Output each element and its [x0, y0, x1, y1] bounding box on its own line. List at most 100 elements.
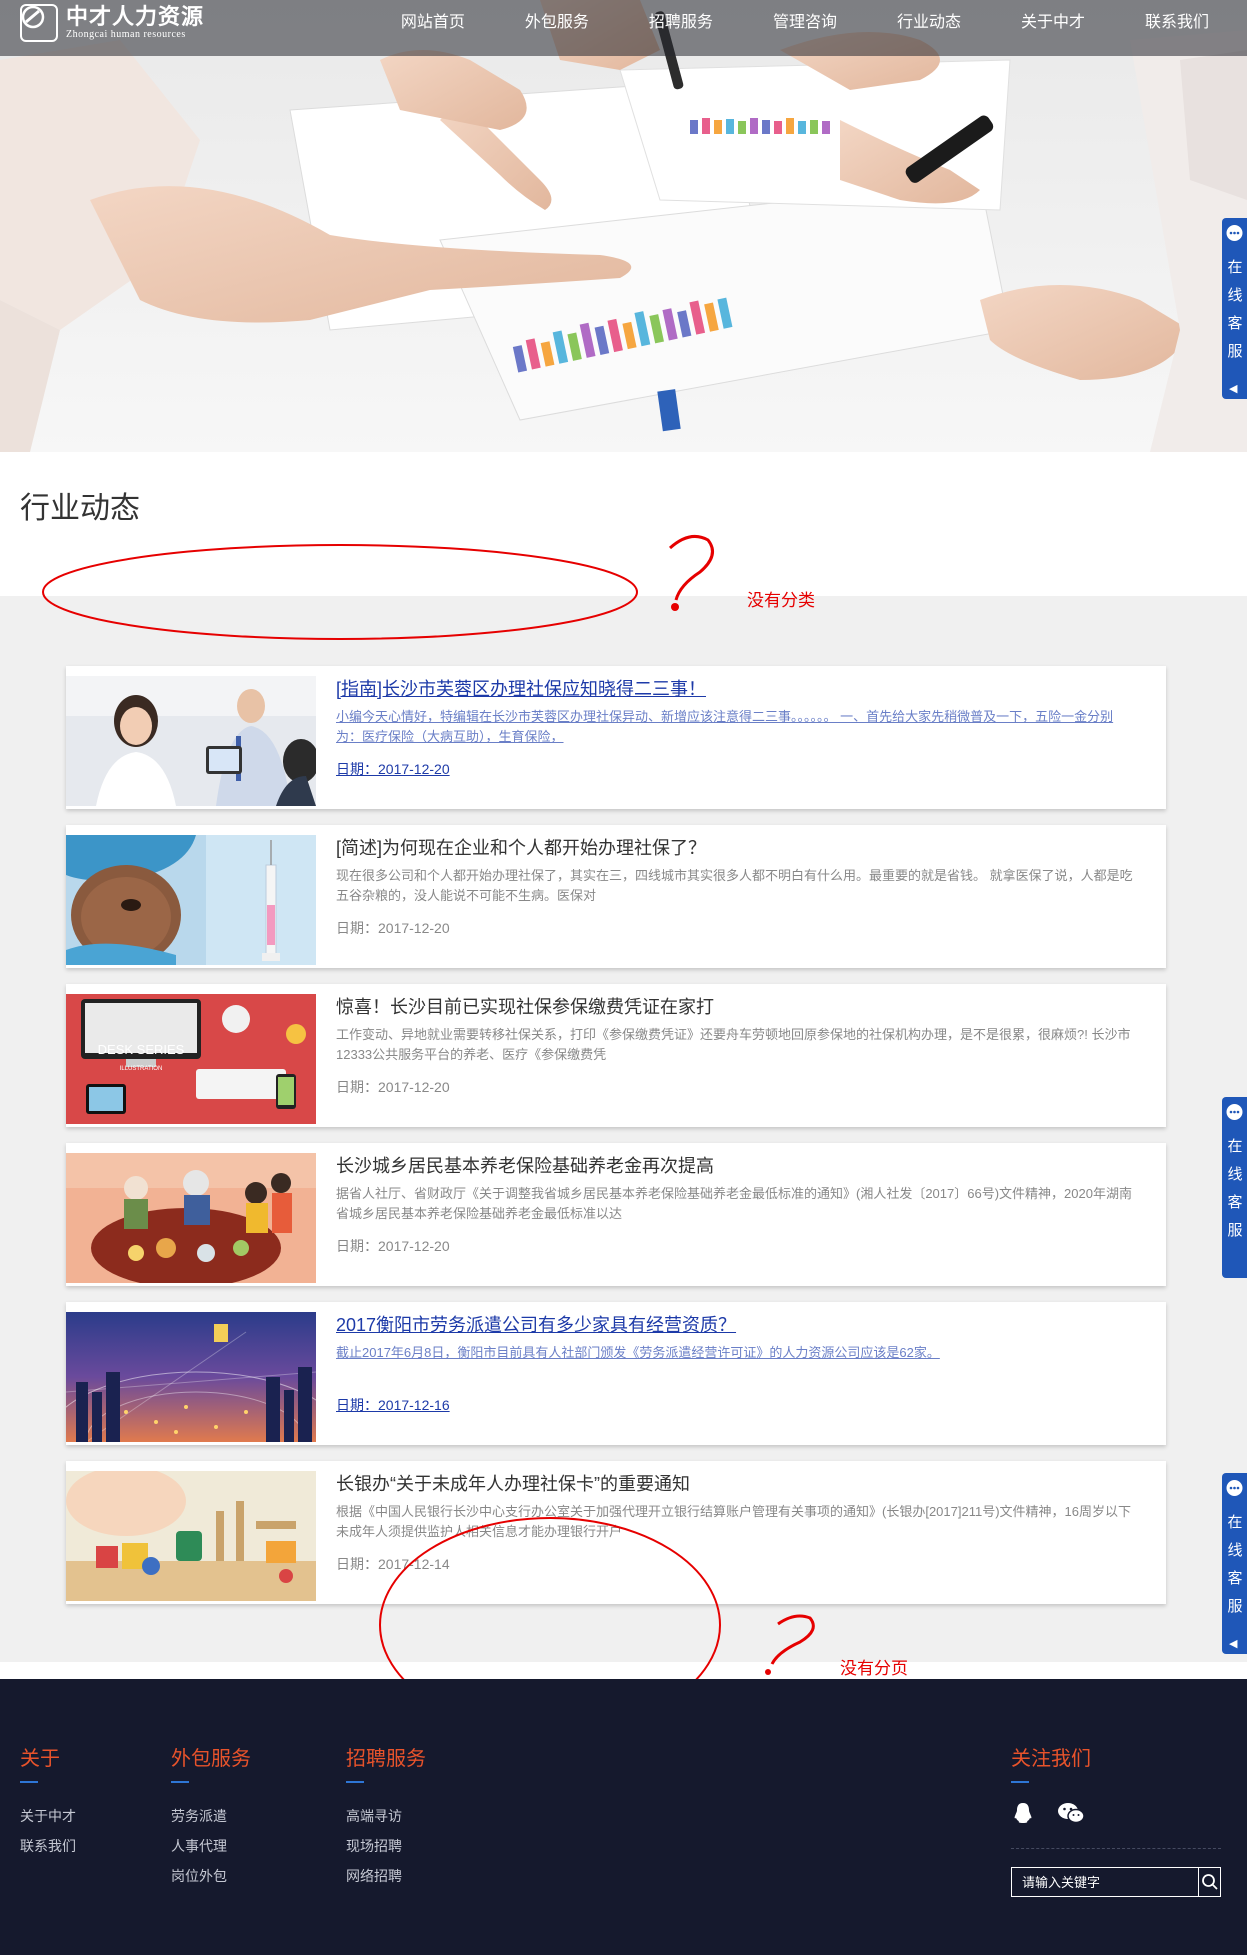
article-card[interactable]: 长银办“关于未成年人办理社保卡”的重要通知 根据《中国人民银行长沙中心支行办公室… — [66, 1461, 1166, 1604]
article-summary[interactable]: 根据《中国人民银行长沙中心支行办公室关于加强代理开立银行结算账户管理有关事项的通… — [336, 1502, 1136, 1542]
footer-heading-underline — [20, 1781, 38, 1783]
footer-link[interactable]: 人事代理 — [171, 1831, 251, 1861]
search-icon — [1201, 1874, 1218, 1890]
footer-heading: 关注我们 — [1011, 1748, 1091, 1770]
service-tab-char: 在 — [1227, 1514, 1243, 1531]
footer-column-recruitment: 招聘服务 高端寻访 现场招聘 网络招聘 — [346, 1742, 426, 1891]
footer-column-follow: 关注我们 — [1011, 1742, 1221, 1897]
online-service-tab[interactable]: 在 线 客 服 ◀ — [1222, 1473, 1247, 1654]
footer-heading-underline — [346, 1781, 364, 1783]
article-card[interactable]: [指南]长沙市芙蓉区办理社保应知晓得二三事！ 小编今天心情好，特编辑在长沙市芙蓉… — [66, 666, 1166, 809]
nav-industry-news[interactable]: 行业动态 — [867, 0, 991, 46]
annotation-no-pagination: 没有分页 — [840, 1659, 908, 1678]
collapse-arrow-icon[interactable]: ◀ — [1229, 1637, 1237, 1650]
logo-title: 中才人力资源 — [66, 4, 205, 29]
article-title[interactable]: 长沙城乡居民基本养老保险基础养老金再次提高 — [336, 1153, 1136, 1179]
article-card[interactable]: DESK SERIES ILLUSTRATION 惊喜！长沙目前已实现社保参保缴… — [66, 984, 1166, 1127]
article-date: 日期：2017-12-20 — [336, 1238, 450, 1254]
service-tab-char: 服 — [1227, 1222, 1243, 1239]
main-nav: 网站首页 外包服务 招聘服务 管理咨询 行业动态 关于中才 联系我们 — [371, 0, 1247, 46]
article-date: 日期：2017-12-16 — [336, 1397, 450, 1413]
article-title[interactable]: [简述]为何现在企业和个人都开始办理社保了？ — [336, 835, 1136, 861]
footer-column-outsourcing: 外包服务 劳务派遣 人事代理 岗位外包 — [171, 1742, 251, 1891]
article-date: 日期：2017-12-20 — [336, 1079, 450, 1095]
service-tab-char: 服 — [1227, 343, 1243, 360]
logo-subtitle: Zhongcai human resources — [66, 29, 186, 40]
online-service-tab[interactable]: 在 线 客 服 ◀ — [1222, 218, 1247, 399]
footer-link[interactable]: 高端寻访 — [346, 1801, 426, 1831]
footer-heading-underline — [1011, 1781, 1029, 1783]
nav-home[interactable]: 网站首页 — [371, 0, 495, 46]
article-summary[interactable]: 截止2017年6月8日，衡阳市目前具有人社部门颁发《劳务派遣经营许可证》的人力资… — [336, 1343, 1136, 1383]
service-tab-char: 线 — [1227, 287, 1243, 304]
article-date: 日期：2017-12-20 — [336, 761, 450, 777]
article-summary[interactable]: 工作变动、异地就业需要转移社保关系，打印《参保缴费凭证》还要舟车劳顿地回原参保地… — [336, 1025, 1136, 1065]
article-thumbnail[interactable] — [66, 1471, 316, 1601]
chat-bubble-icon — [1225, 1103, 1244, 1127]
service-tab-char: 客 — [1227, 315, 1243, 332]
chat-bubble-icon — [1225, 1479, 1244, 1503]
article-thumbnail[interactable]: DESK SERIES ILLUSTRATION — [66, 994, 316, 1124]
nav-contact[interactable]: 联系我们 — [1115, 0, 1247, 46]
article-title[interactable]: [指南]长沙市芙蓉区办理社保应知晓得二三事！ — [336, 676, 1136, 702]
search-input[interactable] — [1012, 1868, 1198, 1896]
footer-heading: 招聘服务 — [346, 1748, 426, 1770]
nav-recruitment[interactable]: 招聘服务 — [619, 0, 743, 46]
wechat-icon[interactable] — [1057, 1801, 1085, 1830]
footer-divider — [1011, 1848, 1221, 1849]
service-tab-char: 线 — [1227, 1166, 1243, 1183]
annotation-no-category: 没有分类 — [747, 591, 815, 610]
nav-about[interactable]: 关于中才 — [991, 0, 1115, 46]
nav-consulting[interactable]: 管理咨询 — [743, 0, 867, 46]
online-service-tab[interactable]: 在 线 客 服 — [1222, 1097, 1247, 1278]
article-summary[interactable]: 据省人社厅、省财政厅《关于调整我省城乡居民基本养老保险基础养老金最低标准的通知》… — [336, 1184, 1136, 1224]
service-tab-char: 客 — [1227, 1570, 1243, 1587]
footer-link[interactable]: 劳务派遣 — [171, 1801, 251, 1831]
question-mark-mark — [668, 534, 714, 601]
article-card[interactable]: 2017衡阳市劳务派遣公司有多少家具有经营资质？ 截止2017年6月8日，衡阳市… — [66, 1302, 1166, 1445]
article-summary[interactable]: 小编今天心情好，特编辑在长沙市芙蓉区办理社保异动、新增应该注意得二三事。。。。。… — [336, 707, 1136, 747]
footer-link[interactable]: 网络招聘 — [346, 1861, 426, 1891]
thumb-caption-sub: ILLUSTRATION — [120, 1066, 163, 1072]
article-title[interactable]: 长银办“关于未成年人办理社保卡”的重要通知 — [336, 1471, 1136, 1497]
logo[interactable]: 中才人力资源 Zhongcai human resources — [20, 4, 204, 42]
article-title[interactable]: 2017衡阳市劳务派遣公司有多少家具有经营资质？ — [336, 1312, 1136, 1338]
footer-column-about: 关于 关于中才 联系我们 — [20, 1742, 76, 1861]
nav-outsourcing[interactable]: 外包服务 — [495, 0, 619, 46]
hero-banner: 中才人力资源 Zhongcai human resources 网站首页 外包服… — [0, 0, 1247, 452]
hero-office-illustration — [0, 0, 1247, 452]
thumb-caption: DESK SERIES — [98, 1042, 185, 1057]
article-card[interactable]: [简述]为何现在企业和个人都开始办理社保了？ 现在很多公司和个人都开始办理社保了… — [66, 825, 1166, 968]
article-title[interactable]: 惊喜！长沙目前已实现社保参保缴费凭证在家打 — [336, 994, 1136, 1020]
article-summary[interactable]: 现在很多公司和个人都开始办理社保了，其实在三，四线城市其实很多人都不明白有什么用… — [336, 866, 1136, 906]
footer: 关于 关于中才 联系我们 外包服务 劳务派遣 人事代理 岗位外包 招聘服务 高端… — [0, 1679, 1247, 1955]
article-date: 日期：2017-12-20 — [336, 920, 450, 936]
footer-link[interactable]: 关于中才 — [20, 1801, 76, 1831]
top-navigation-bar: 中才人力资源 Zhongcai human resources 网站首页 外包服… — [0, 0, 1247, 56]
page-title: 行业动态 — [20, 492, 140, 525]
footer-heading: 关于 — [20, 1748, 60, 1770]
collapse-arrow-icon[interactable]: ◀ — [1229, 382, 1237, 395]
footer-heading: 外包服务 — [171, 1748, 251, 1770]
article-thumbnail[interactable] — [66, 835, 316, 965]
social-links — [1011, 1801, 1221, 1830]
logo-icon — [20, 4, 58, 42]
search-button[interactable] — [1198, 1868, 1220, 1896]
article-thumbnail[interactable] — [66, 676, 316, 806]
article-thumbnail[interactable] — [66, 1153, 316, 1283]
service-tab-char: 在 — [1227, 259, 1243, 276]
chat-bubble-icon — [1225, 224, 1244, 248]
service-tab-char: 在 — [1227, 1138, 1243, 1155]
footer-link[interactable]: 现场招聘 — [346, 1831, 426, 1861]
footer-search — [1011, 1867, 1221, 1897]
footer-link[interactable]: 联系我们 — [20, 1831, 76, 1861]
article-card[interactable]: 长沙城乡居民基本养老保险基础养老金再次提高 据省人社厅、省财政厅《关于调整我省城… — [66, 1143, 1166, 1286]
service-tab-char: 线 — [1227, 1542, 1243, 1559]
footer-link[interactable]: 岗位外包 — [171, 1861, 251, 1891]
qq-icon[interactable] — [1011, 1801, 1035, 1830]
service-tab-char: 客 — [1227, 1194, 1243, 1211]
service-tab-char: 服 — [1227, 1598, 1243, 1615]
article-thumbnail[interactable] — [66, 1312, 316, 1442]
article-date: 日期：2017-12-14 — [336, 1556, 450, 1572]
footer-heading-underline — [171, 1781, 189, 1783]
